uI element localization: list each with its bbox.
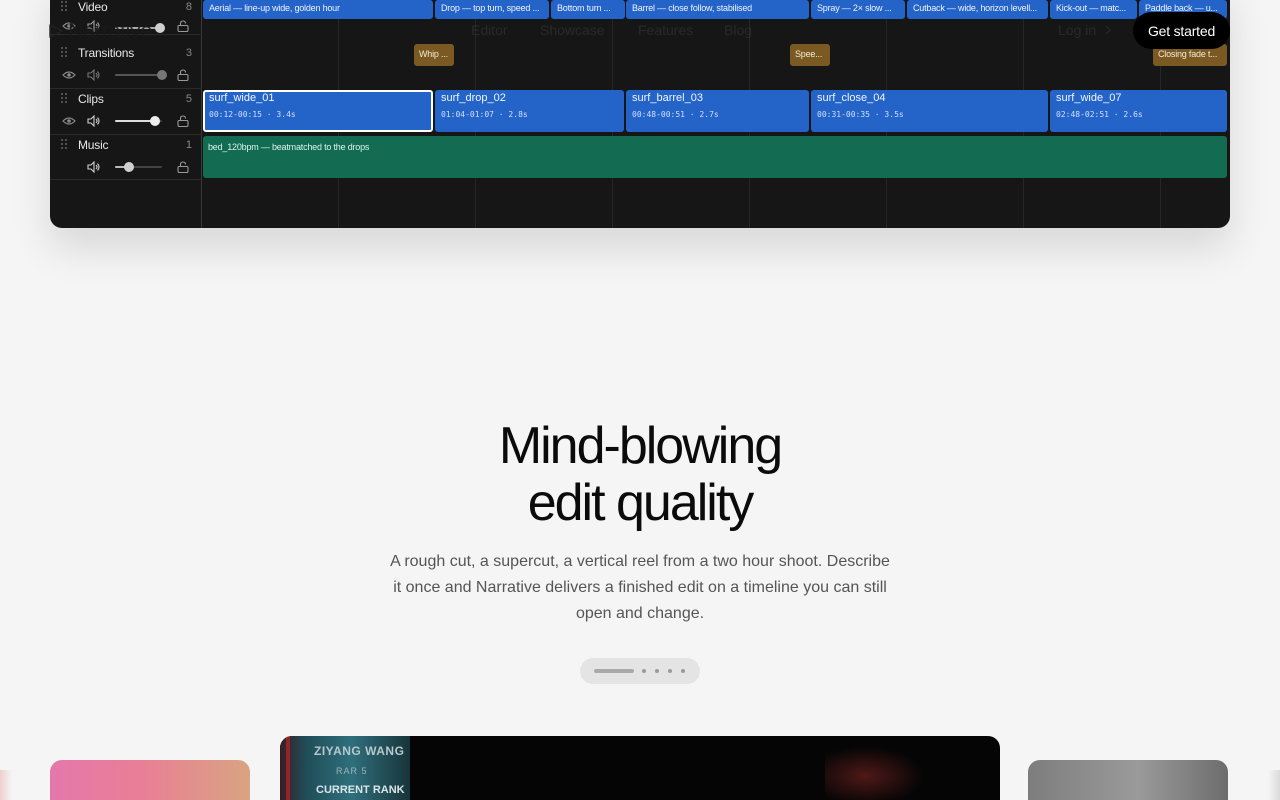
track-transitions[interactable]: Transitions 3 (50, 43, 202, 89)
clip-label: Bottom turn ... (557, 3, 611, 13)
hero-subcopy: A rough cut, a supercut, a vertical reel… (390, 553, 890, 622)
transition-label: Closing fade t... (1158, 49, 1218, 59)
clip-name: surf_barrel_03 (632, 92, 703, 104)
video-clip[interactable]: Cutback — wide, horizon levell... (907, 0, 1048, 19)
clip-timecode: 00:48-00:51 · 2.7s (632, 110, 719, 119)
clip-label: Barrel — close follow, stabilised (632, 3, 752, 13)
headline-line-1: Mind-blowing (498, 417, 783, 475)
unlock-icon[interactable] (177, 115, 189, 129)
video-clip[interactable]: Spray — 2× slow ... (811, 0, 905, 19)
clip-block[interactable]: surf_drop_02 01:04-01:07 · 2.8s (435, 90, 624, 132)
eye-icon[interactable] (62, 70, 76, 84)
pager-dot[interactable] (681, 669, 685, 673)
track-clips[interactable]: Clips 5 (50, 89, 202, 135)
volume-slider[interactable] (115, 70, 167, 80)
headline-line-2: edit quality (527, 474, 755, 532)
track-count: 3 (185, 47, 192, 59)
clip-timecode: 01:04-01:07 · 2.8s (441, 110, 528, 119)
drag-handle-icon[interactable] (61, 139, 69, 151)
clip-label: Kick-out — matc... (1056, 3, 1126, 13)
eye-icon[interactable] (62, 116, 76, 130)
clip-block[interactable]: surf_wide_07 02:48-02:51 · 2.6s (1050, 90, 1227, 132)
transition-label: Whip ... (419, 49, 448, 59)
clip-label: Spray — 2× slow ... (817, 3, 892, 13)
chevron-right-icon (1105, 25, 1112, 35)
drag-handle-icon[interactable] (61, 47, 69, 59)
speaker-icon[interactable] (87, 161, 101, 175)
clip-name: surf_wide_07 (1056, 92, 1122, 104)
track-name: Transitions (78, 46, 135, 60)
nav-link-blog[interactable]: Blog (724, 22, 752, 38)
transition-marker[interactable]: Whip ... (414, 44, 454, 66)
clip-block-selected[interactable]: surf_wide_01 00:12-00:15 · 3.4s (203, 90, 433, 132)
track-count: 5 (185, 93, 192, 105)
pager-active-indicator[interactable] (594, 669, 634, 673)
brand-name: Narrative (68, 18, 152, 43)
unlock-icon[interactable] (177, 69, 189, 83)
get-started-button[interactable]: Get started (1133, 12, 1230, 49)
frame-text: ZIYANG WANG (314, 744, 405, 758)
transition-label: Spee... (795, 49, 823, 59)
login-link[interactable]: Log in (1058, 22, 1112, 38)
logo[interactable]: Narrative (48, 18, 152, 44)
drag-handle-icon[interactable] (61, 93, 69, 105)
clip-name: surf_drop_02 (441, 92, 506, 104)
pager-dot[interactable] (642, 669, 646, 673)
clip-block[interactable]: surf_close_04 00:31-00:35 · 3.5s (811, 90, 1048, 132)
nav-link-showcase[interactable]: Showcase (540, 22, 605, 38)
clip-name: surf_wide_01 (209, 92, 275, 104)
track-music[interactable]: Music 1 (50, 135, 202, 180)
pager-dot[interactable] (655, 669, 659, 673)
play-logo-icon (49, 24, 63, 38)
volume-slider[interactable] (115, 162, 162, 172)
clip-label: Cutback — wide, horizon levell... (913, 3, 1037, 13)
transition-marker[interactable]: Spee... (790, 44, 830, 66)
showcase-card-peek-left[interactable] (0, 770, 12, 800)
volume-slider[interactable] (115, 116, 162, 126)
speaker-muted-icon[interactable] (87, 69, 101, 83)
nav-link-features[interactable]: Features (638, 22, 693, 38)
showcase-card-left[interactable] (50, 760, 250, 800)
showcase-card-main[interactable]: ZIYANG WANG RAR 5 CURRENT RANK (280, 736, 1000, 800)
clip-label: Drop — top turn, speed ... (441, 3, 540, 13)
showcase-card-peek-right[interactable] (1268, 770, 1280, 800)
music-clip[interactable]: bed_120bpm — beatmatched to the drops (203, 136, 1227, 178)
drag-handle-icon[interactable] (61, 1, 69, 13)
page-title: Mind-blowing edit quality (0, 418, 1280, 532)
login-label: Log in (1058, 22, 1097, 38)
frame-text: RAR 5 (336, 766, 368, 776)
clip-timecode: 00:31-00:35 · 3.5s (817, 110, 904, 119)
clip-timecode: 02:48-02:51 · 2.6s (1056, 110, 1143, 119)
music-label: bed_120bpm — beatmatched to the drops (208, 142, 370, 152)
speaker-icon[interactable] (87, 115, 101, 129)
video-clip[interactable]: Kick-out — matc... (1050, 0, 1137, 19)
track-name: Clips (78, 92, 104, 106)
carousel-pager[interactable] (580, 658, 700, 684)
clip-timecode: 00:12-00:15 · 3.4s (209, 110, 296, 119)
clip-label: Aerial — line-up wide, golden hour (209, 3, 340, 13)
showcase-card-right[interactable] (1028, 760, 1228, 800)
track-count: 1 (185, 139, 192, 151)
nav-link-editor[interactable]: Editor (471, 22, 508, 38)
video-clip[interactable]: Drop — top turn, speed ... (435, 0, 549, 19)
unlock-icon[interactable] (177, 161, 189, 175)
track-name: Video (78, 0, 108, 14)
track-count: 8 (185, 1, 192, 13)
pager-dot[interactable] (668, 669, 672, 673)
video-clip[interactable]: Bottom turn ... (551, 0, 625, 19)
video-clip[interactable]: Barrel — close follow, stabilised (626, 0, 809, 19)
clip-block[interactable]: surf_barrel_03 00:48-00:51 · 2.7s (626, 90, 809, 132)
video-clip[interactable]: Aerial — line-up wide, golden hour (203, 0, 433, 19)
frame-text: CURRENT RANK (316, 784, 405, 796)
clip-name: surf_close_04 (817, 92, 886, 104)
glitch-overlay (825, 746, 925, 800)
track-name: Music (78, 138, 109, 152)
unlock-icon[interactable] (177, 20, 189, 34)
